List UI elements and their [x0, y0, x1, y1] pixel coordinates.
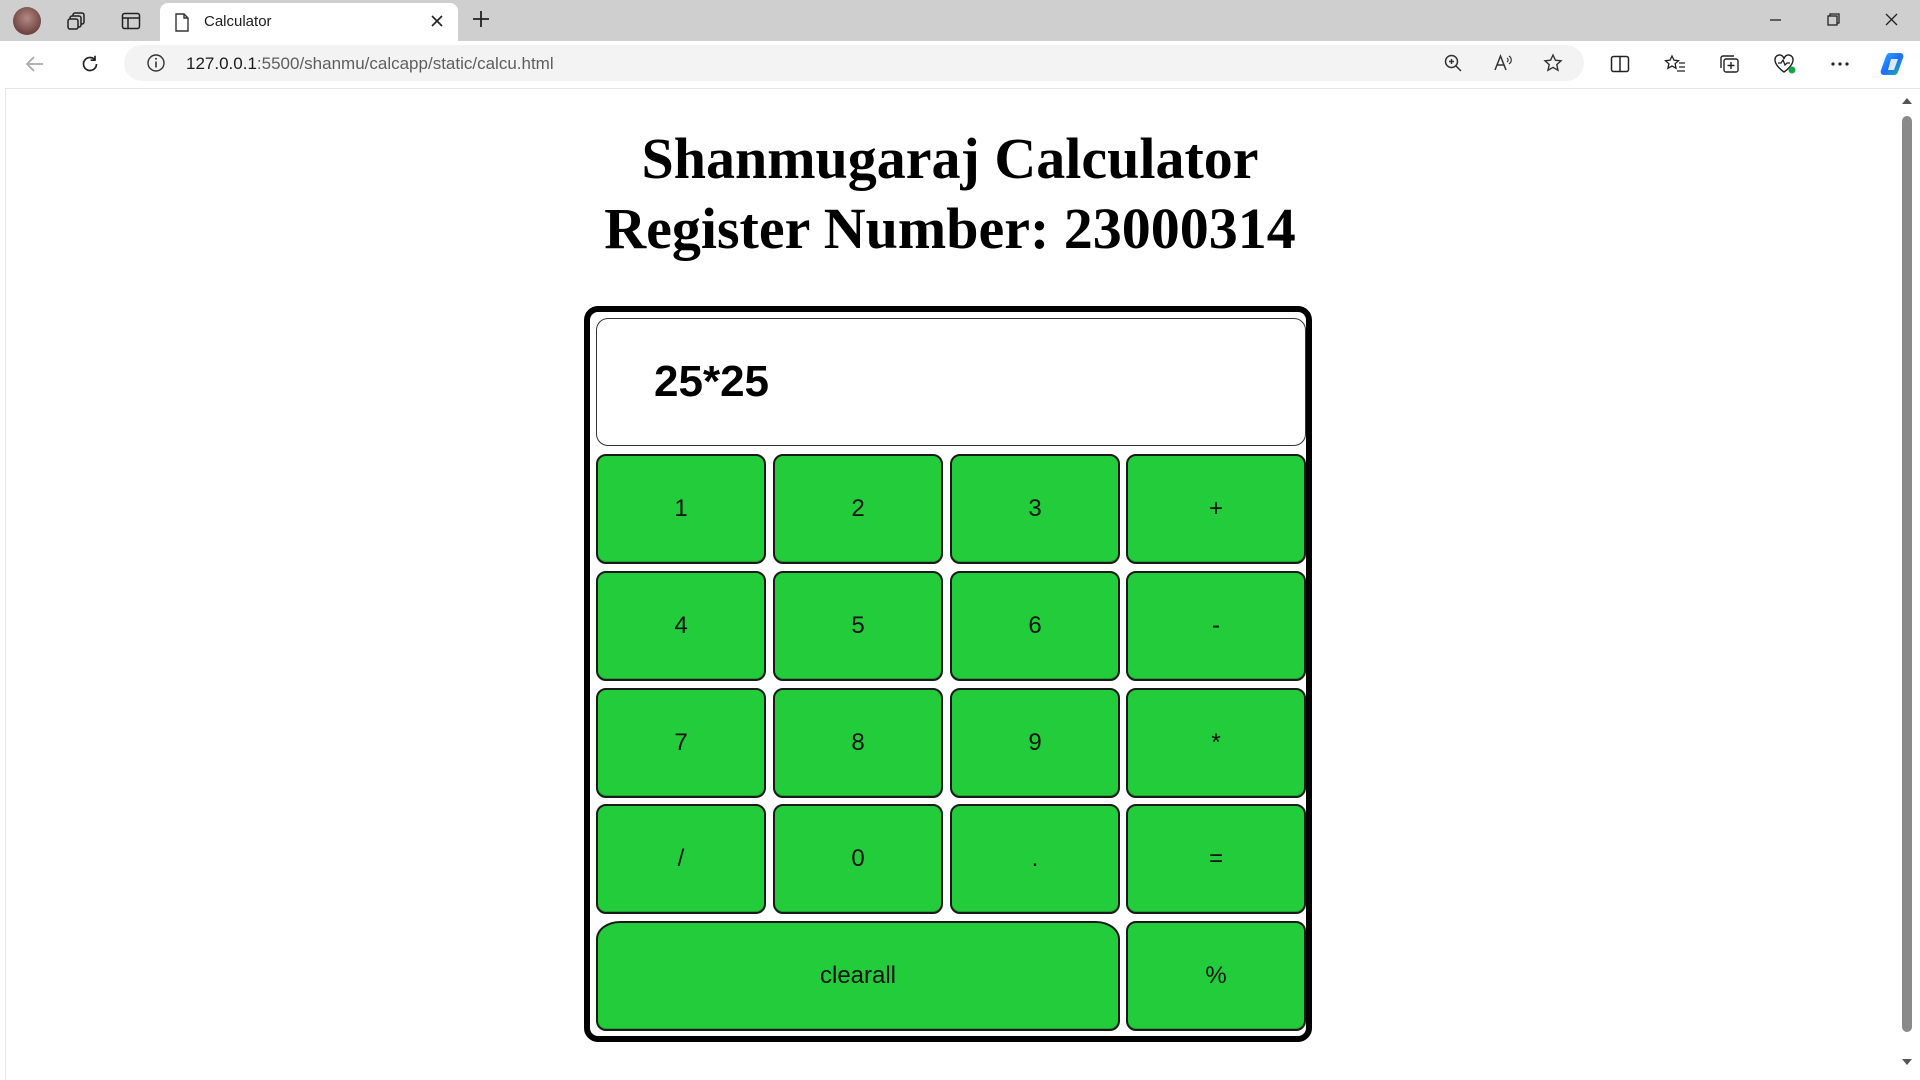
- divide-button[interactable]: /: [596, 804, 766, 914]
- scroll-up-arrow-icon[interactable]: [1900, 95, 1914, 107]
- url-text: 127.0.0.1:5500/shanmu/calcapp/static/cal…: [186, 54, 554, 74]
- key-5-button[interactable]: 5: [773, 571, 943, 681]
- key-0-button[interactable]: 0: [773, 804, 943, 914]
- tab-title: Calculator: [204, 13, 272, 30]
- key-1-button[interactable]: 1: [596, 454, 766, 564]
- restore-button[interactable]: [1810, 8, 1856, 32]
- title-line-2: Register Number: 23000314: [604, 196, 1296, 261]
- more-options-icon[interactable]: [1827, 52, 1853, 76]
- favorite-star-icon[interactable]: [1542, 52, 1564, 74]
- display-value: 25*25: [654, 357, 770, 406]
- site-info-icon[interactable]: [146, 53, 166, 73]
- split-screen-icon[interactable]: [1607, 52, 1633, 76]
- new-tab-button[interactable]: [470, 8, 492, 35]
- back-icon[interactable]: [22, 52, 48, 76]
- profile-avatar[interactable]: [13, 7, 41, 35]
- scrollbar-thumb[interactable]: [1902, 116, 1912, 1032]
- decimal-point-button[interactable]: .: [950, 804, 1120, 914]
- close-tab-icon[interactable]: [428, 12, 446, 35]
- collections-icon[interactable]: [1717, 52, 1743, 76]
- key-9-button[interactable]: 9: [950, 688, 1120, 798]
- calculator-display: 25*25: [596, 318, 1306, 446]
- plus-button[interactable]: +: [1126, 454, 1306, 564]
- url-path: :5500/shanmu/calcapp/static/calcu.html: [256, 54, 554, 73]
- url-host: 127.0.0.1: [186, 54, 257, 73]
- address-toolbar: 127.0.0.1:5500/shanmu/calcapp/static/cal…: [0, 41, 1920, 89]
- title-line-1: Shanmugaraj Calculator: [641, 126, 1259, 191]
- browser-essentials-icon[interactable]: [1772, 52, 1798, 76]
- refresh-icon[interactable]: [77, 52, 103, 76]
- close-window-button[interactable]: [1868, 8, 1914, 32]
- key-4-button[interactable]: 4: [596, 571, 766, 681]
- key-3-button[interactable]: 3: [950, 454, 1120, 564]
- read-aloud-icon[interactable]: [1492, 52, 1514, 74]
- multiply-button[interactable]: *: [1126, 688, 1306, 798]
- percent-button[interactable]: %: [1126, 921, 1306, 1031]
- page-icon: [174, 13, 190, 37]
- copilot-icon[interactable]: [1879, 49, 1909, 79]
- favorites-icon[interactable]: [1662, 52, 1688, 76]
- vertical-tabs-icon[interactable]: [118, 9, 144, 33]
- page-title: Shanmugaraj Calculator Register Number: …: [0, 124, 1900, 264]
- address-bar[interactable]: 127.0.0.1:5500/shanmu/calcapp/static/cal…: [124, 45, 1584, 81]
- minus-button[interactable]: -: [1126, 571, 1306, 681]
- key-8-button[interactable]: 8: [773, 688, 943, 798]
- scroll-down-arrow-icon[interactable]: [1900, 1056, 1914, 1068]
- workspaces-icon[interactable]: [64, 9, 90, 33]
- tab-calculator[interactable]: Calculator: [160, 3, 458, 41]
- browser-tab-bar: Calculator: [0, 0, 1920, 41]
- key-2-button[interactable]: 2: [773, 454, 943, 564]
- clear-all-button[interactable]: clearall: [596, 921, 1120, 1031]
- equals-button[interactable]: =: [1126, 804, 1306, 914]
- key-6-button[interactable]: 6: [950, 571, 1120, 681]
- key-7-button[interactable]: 7: [596, 688, 766, 798]
- minimize-button[interactable]: [1752, 8, 1798, 32]
- zoom-icon[interactable]: [1442, 52, 1464, 74]
